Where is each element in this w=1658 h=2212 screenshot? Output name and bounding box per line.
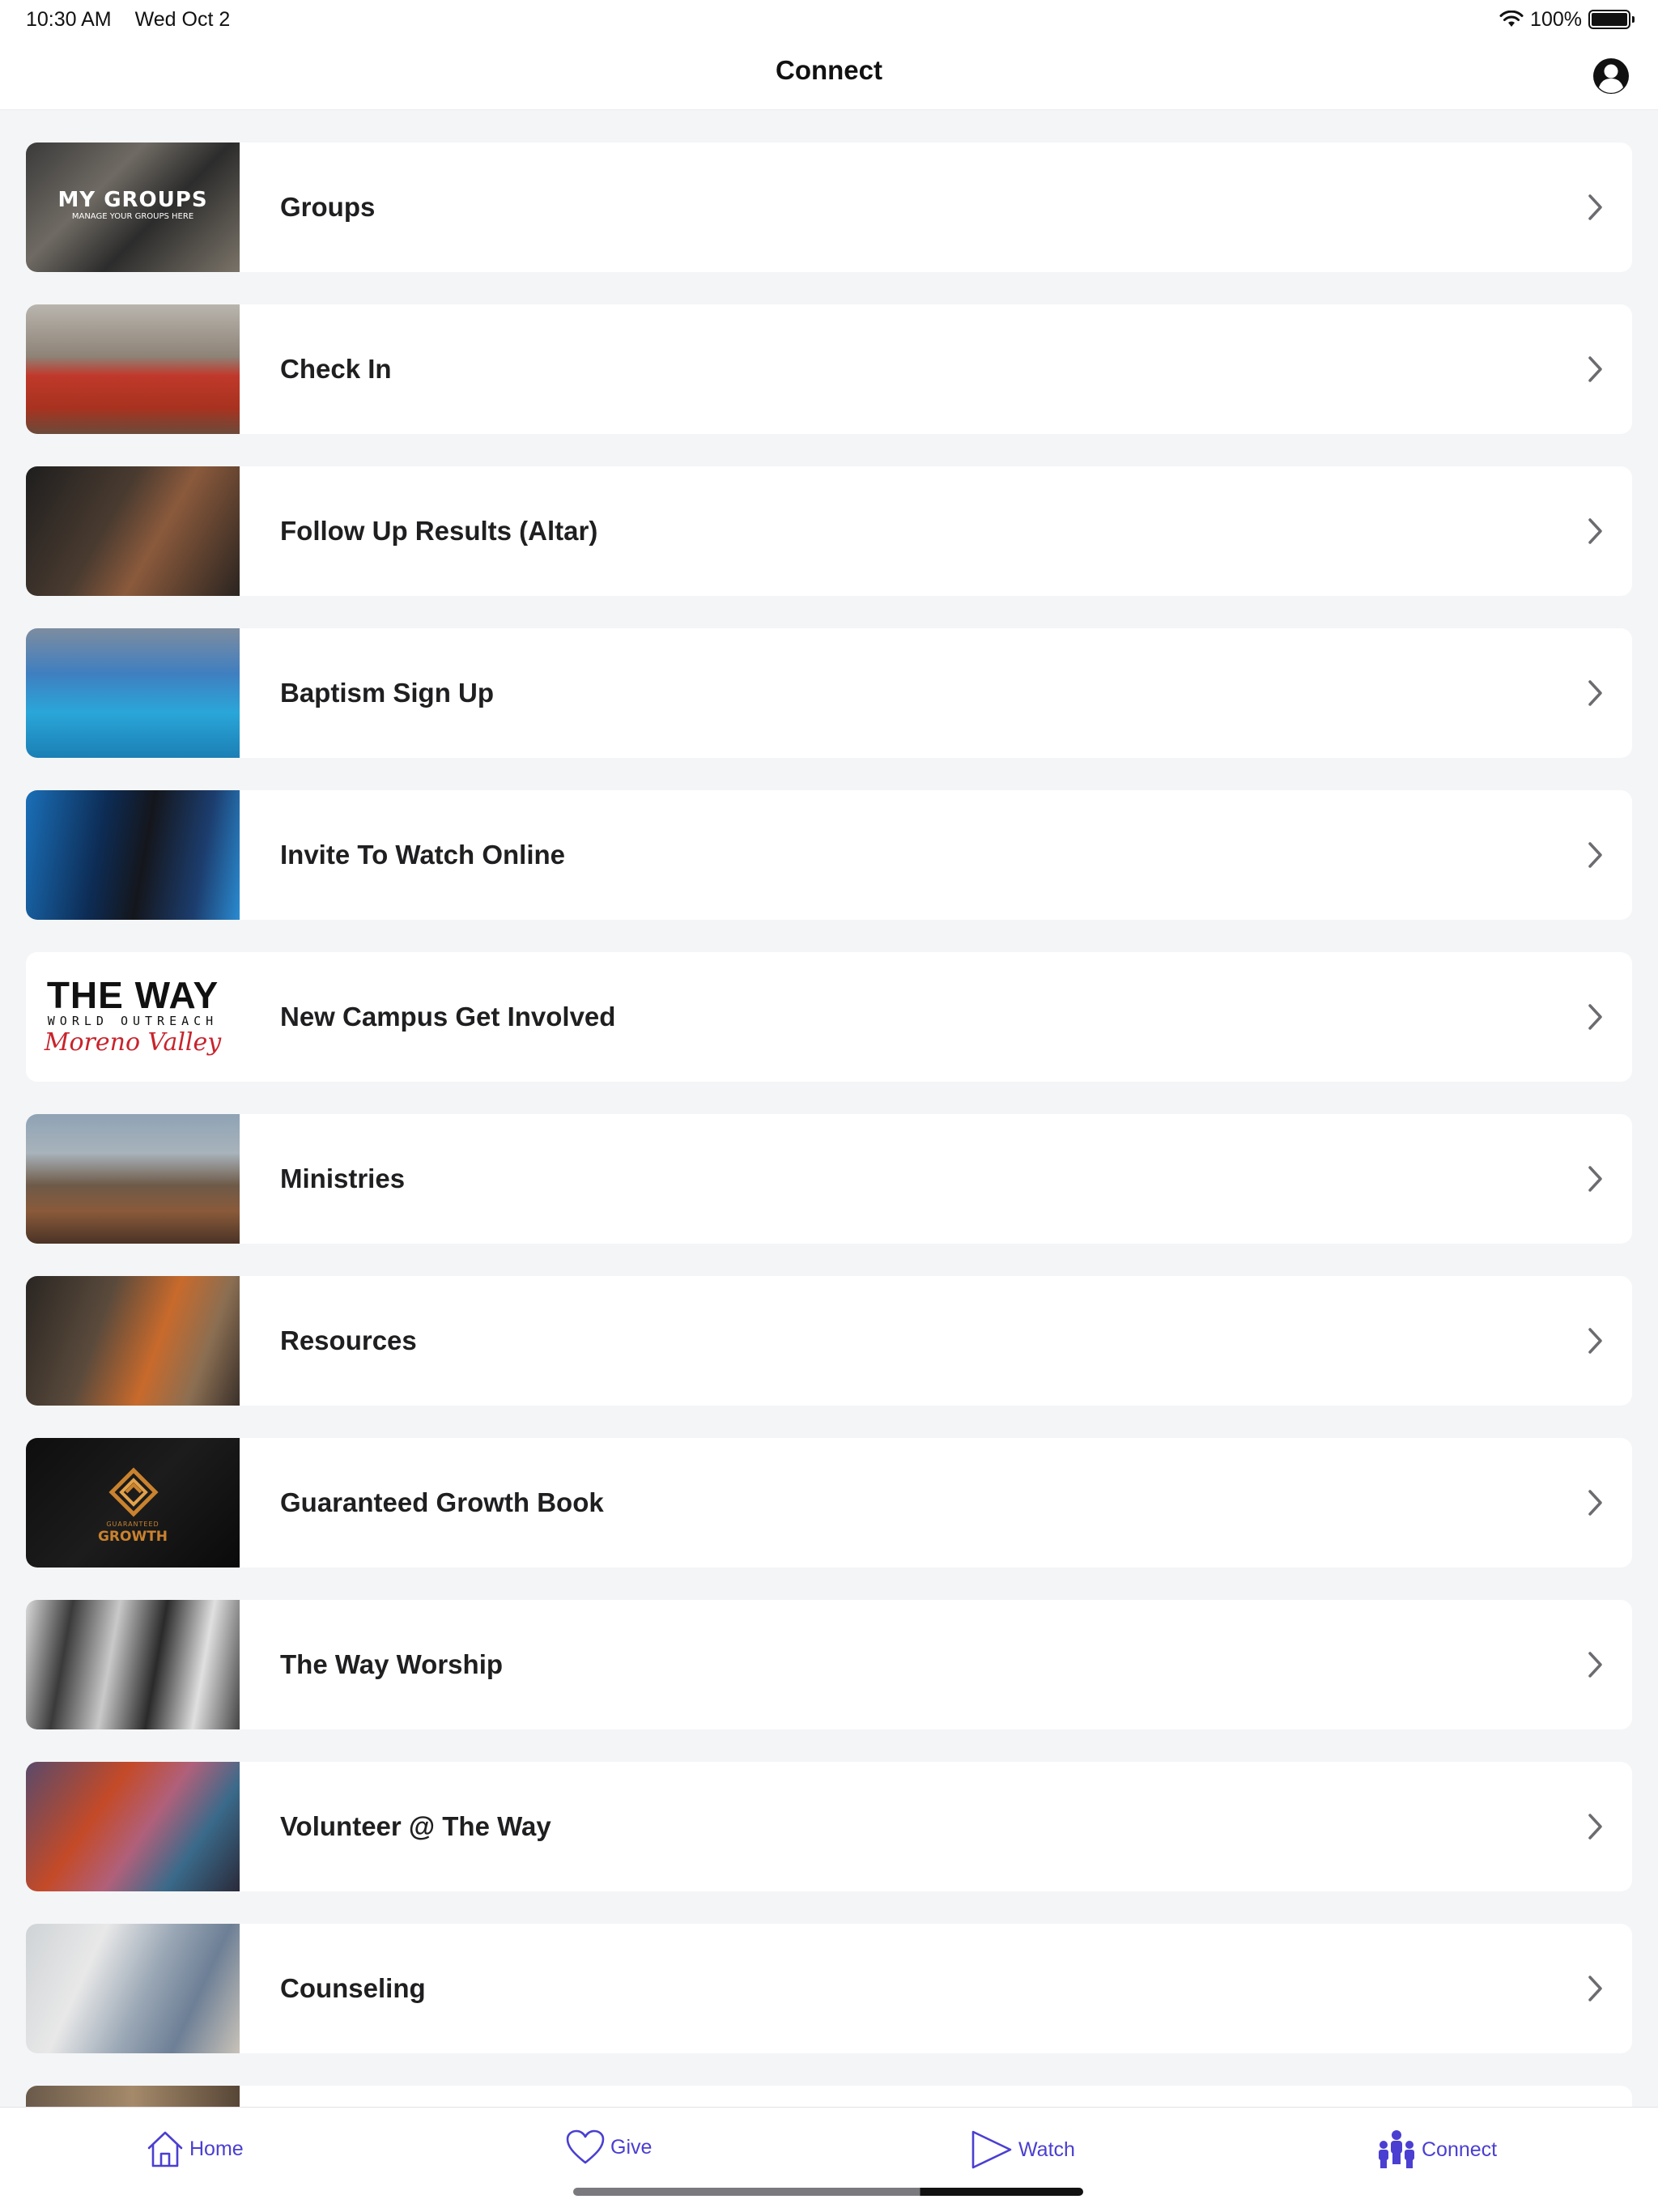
chevron-right-icon [1588,1166,1602,1192]
status-right: 100% [1499,7,1635,32]
list-item-invite-online[interactable]: Invite To Watch Online [26,790,1632,920]
list-item-baptism[interactable]: Baptism Sign Up [26,628,1632,758]
chevron-right-icon [1588,1814,1602,1840]
tab-watch[interactable]: Watch [970,2129,1075,2171]
chevron-right-icon [1588,194,1602,220]
list-item-label: Follow Up Results (Altar) [280,516,598,546]
list-item-counseling[interactable]: Counseling [26,1924,1632,2053]
tab-label: Watch [1018,2138,1075,2161]
list-item-label: Check In [280,354,392,384]
logo-script-text: Moreno Valley [44,1028,222,1057]
chevron-right-icon [1588,842,1602,868]
volunteer-servant-thumbnail [26,1762,240,1891]
guaranteed-growth-logo: GUARANTEED GROWTH [26,1438,240,1568]
list-item-volunteer[interactable]: Volunteer @ The Way [26,1762,1632,1891]
list-item-worship[interactable]: The Way Worship [26,1600,1632,1729]
play-icon [971,2130,1012,2169]
chevron-right-icon [1588,1652,1602,1678]
the-way-logo: THE WAY WORLD OUTREACH Moreno Valley [26,952,240,1082]
thumb-subtitle: MANAGE YOUR GROUPS HERE [71,212,194,221]
list-item-label: Baptism Sign Up [280,678,495,708]
list-item-label: Groups [280,192,376,222]
connect-list: MY GROUPS MANAGE YOUR GROUPS HERE Groups… [26,143,1632,2086]
volunteers-thumbnail [26,304,240,434]
tab-label: Home [189,2137,244,2160]
home-indicator[interactable] [573,2188,1083,2196]
list-item-label: Volunteer @ The Way [280,1811,551,1841]
diamond-logo-icon [108,1467,159,1517]
battery-icon [1588,10,1635,29]
chevron-right-icon [1588,518,1602,544]
logo-main-text: THE WAY [46,974,219,1016]
page-title: Connect [776,55,882,85]
profile-icon[interactable] [1592,57,1630,96]
logo-big-text: GROWTH [97,1529,168,1545]
list-item-groups[interactable]: MY GROUPS MANAGE YOUR GROUPS HERE Groups [26,143,1632,272]
heart-icon [566,2129,605,2164]
status-left: 10:30 AM Wed Oct 2 [26,8,230,32]
list-item-new-campus[interactable]: THE WAY WORLD OUTREACH Moreno Valley New… [26,952,1632,1082]
navigation-bar: Connect [0,39,1658,110]
list-item-growth-book[interactable]: GUARANTEED GROWTH Guaranteed Growth Book [26,1438,1632,1568]
tab-home[interactable]: Home [146,2129,244,2169]
chevron-right-icon [1588,1328,1602,1354]
food-drive-thumbnail [26,1276,240,1406]
list-item-label: Invite To Watch Online [280,840,566,870]
status-bar: 10:30 AM Wed Oct 2 100% [0,0,1658,39]
my-groups-thumbnail: MY GROUPS MANAGE YOUR GROUPS HERE [26,143,240,272]
tab-connect[interactable]: Connect [1376,2129,1497,2171]
chevron-right-icon [1588,680,1602,706]
list-item-resources[interactable]: Resources [26,1276,1632,1406]
list-item-label: Resources [280,1325,417,1355]
people-icon [1379,2130,1414,2168]
counseling-session-thumbnail [26,1924,240,2053]
list-item-label: New Campus Get Involved [280,1002,616,1032]
list-item-label: Guaranteed Growth Book [280,1487,604,1517]
tab-bar: Home Give Watch Connect [0,2107,1658,2212]
preacher-stage-thumbnail [26,790,240,920]
altar-prayer-thumbnail [26,466,240,596]
tab-label: Give [610,2135,653,2159]
house-icon [147,2131,183,2167]
list-item-label: The Way Worship [280,1649,504,1679]
tab-give[interactable]: Give [565,2129,652,2166]
list-item-ministries[interactable]: Ministries [26,1114,1632,1244]
worship-team-thumbnail [26,1600,240,1729]
list-item-follow-up[interactable]: Follow Up Results (Altar) [26,466,1632,596]
wifi-icon [1499,11,1524,27]
logo-sub-text: WORLD OUTREACH [47,1014,219,1028]
chevron-right-icon [1588,1490,1602,1516]
chevron-right-icon [1588,1004,1602,1030]
battery-percent: 100% [1530,7,1582,31]
list-item-label: Counseling [280,1973,426,2003]
tab-label: Connect [1422,2138,1498,2161]
status-time: 10:30 AM [26,7,112,31]
thumb-title: MY GROUPS [57,188,208,212]
crowd-worship-thumbnail [26,1114,240,1244]
chevron-right-icon [1588,1976,1602,2001]
list-item-check-in[interactable]: Check In [26,304,1632,434]
chevron-right-icon [1588,356,1602,382]
status-date: Wed Oct 2 [134,7,231,31]
list-item-label: Ministries [280,1163,406,1193]
baptism-pool-thumbnail [26,628,240,758]
logo-small-text: GUARANTEED [106,1521,159,1528]
